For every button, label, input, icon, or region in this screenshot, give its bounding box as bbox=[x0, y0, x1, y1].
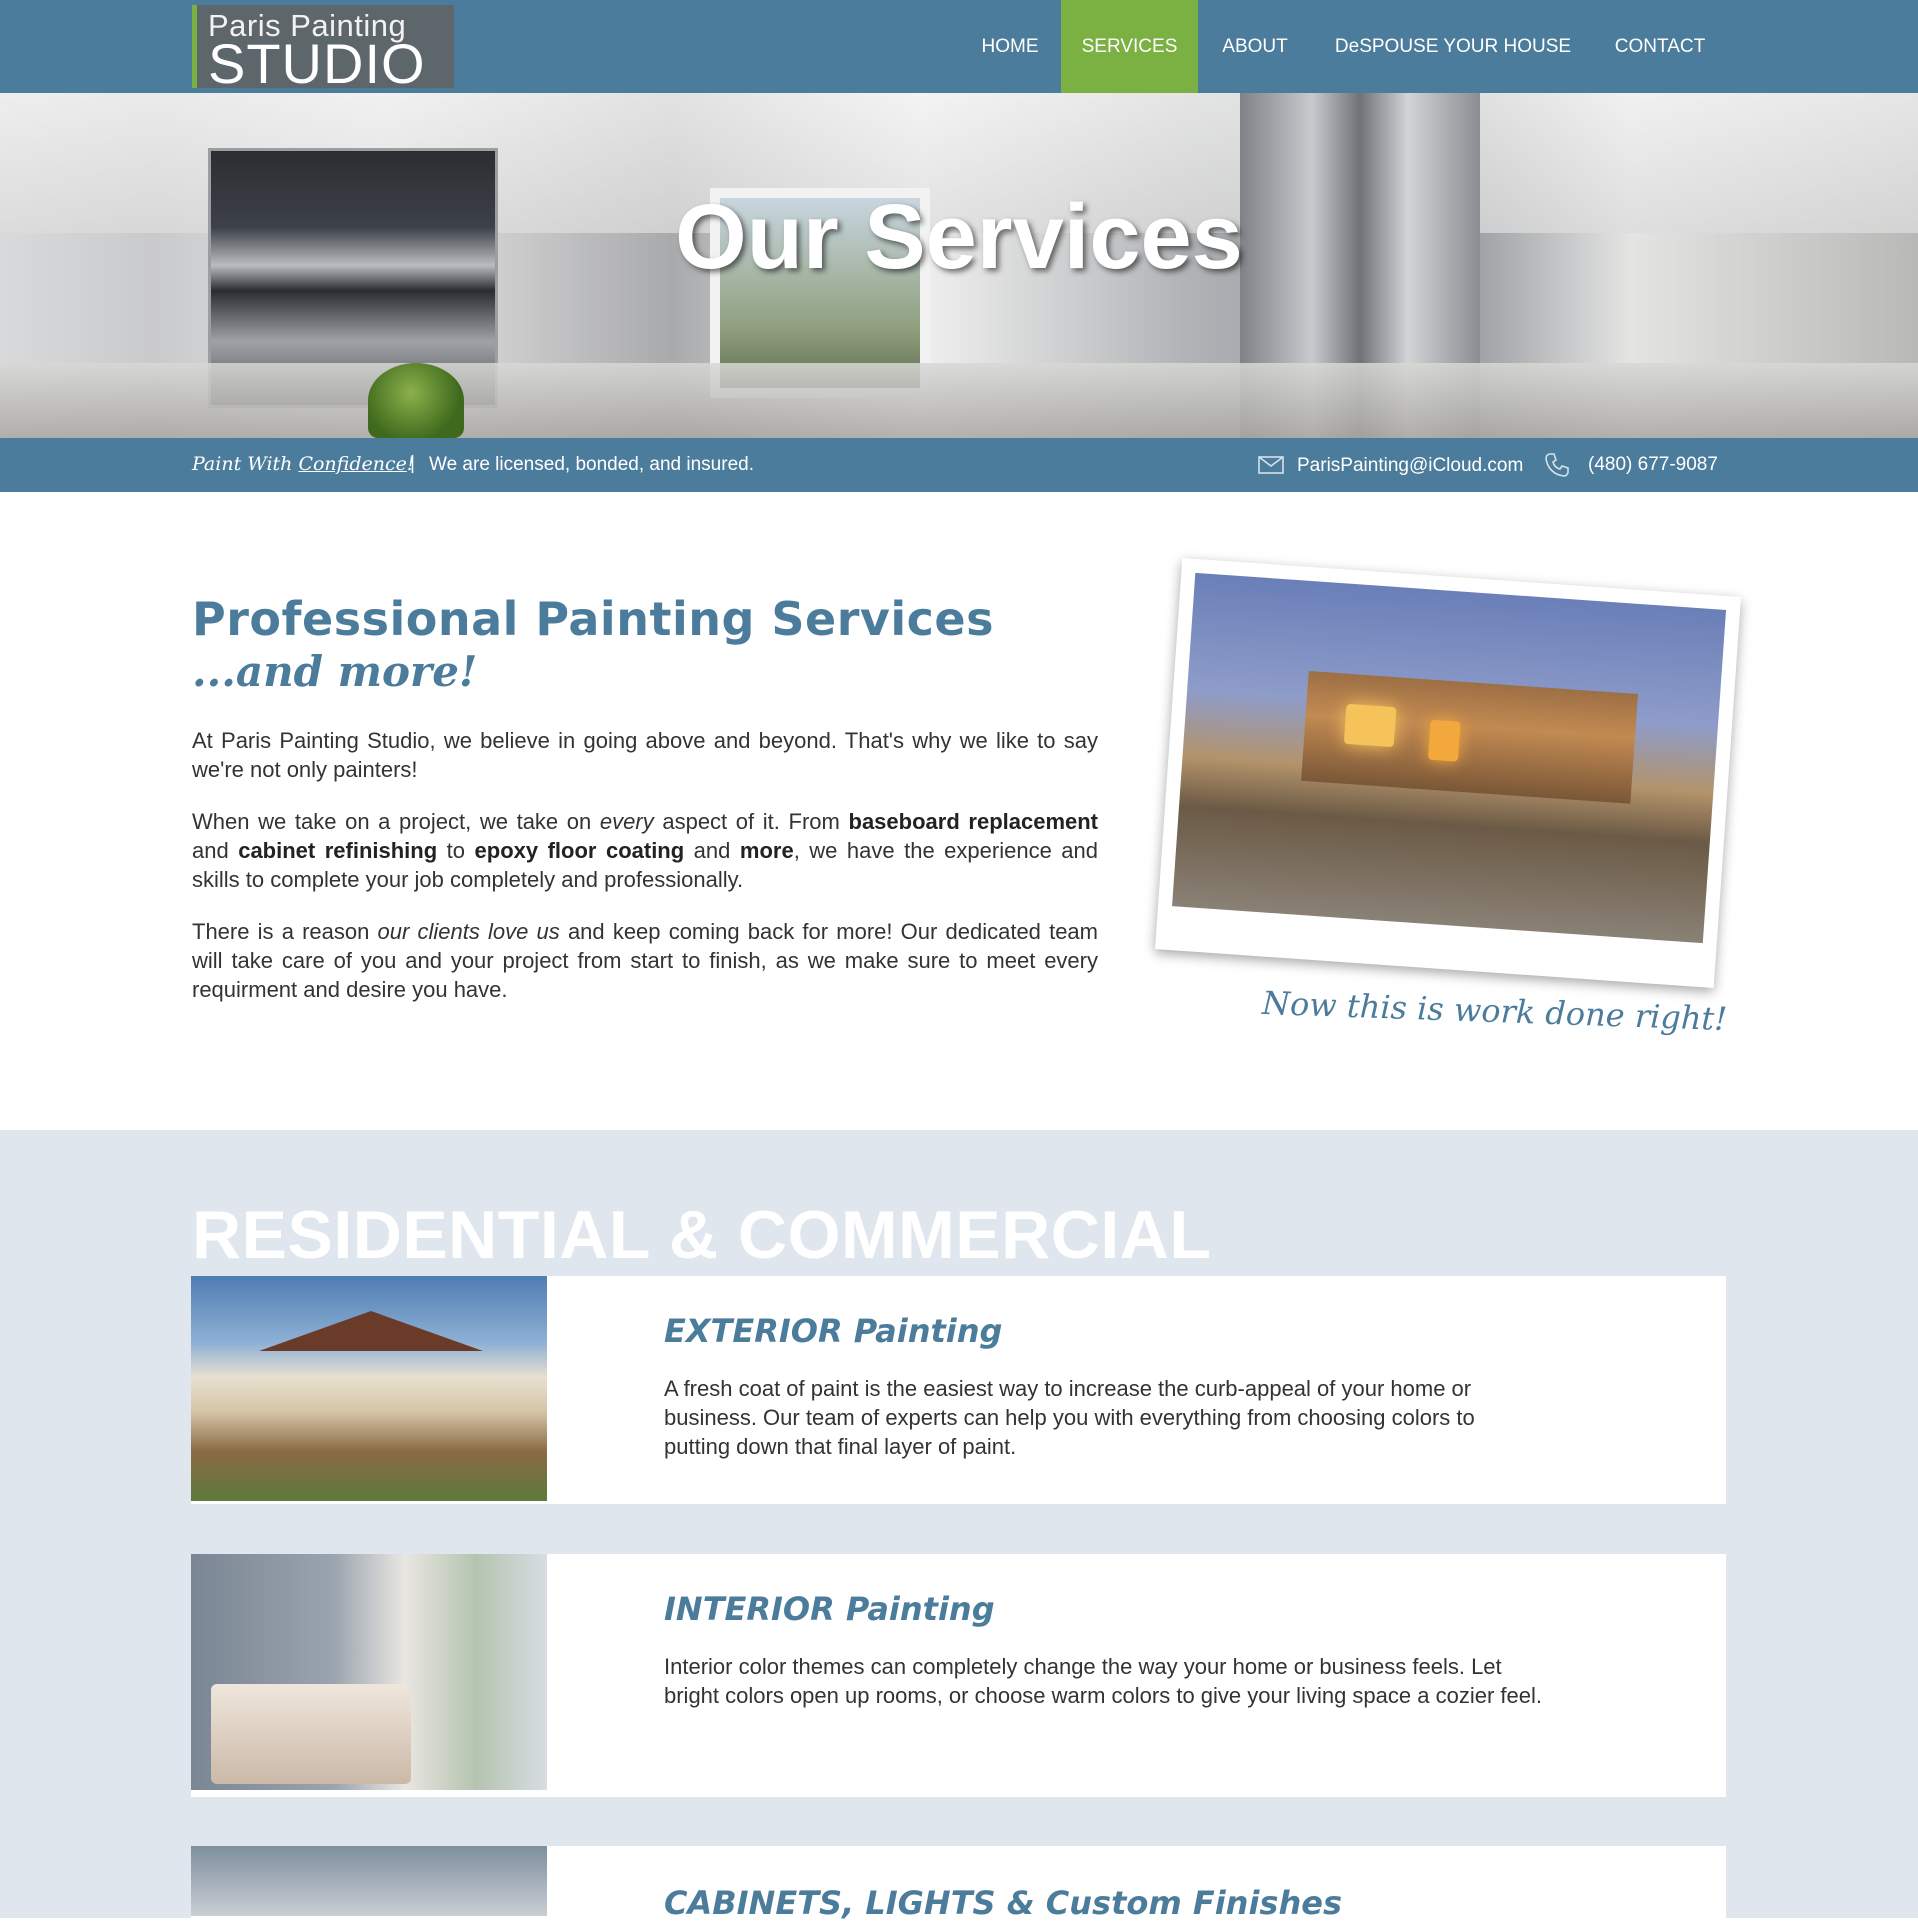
hero-counter bbox=[0, 363, 1918, 438]
p2-text: aspect of it. From bbox=[653, 809, 849, 834]
p3-emphasis: our clients love us bbox=[377, 919, 560, 944]
phone-icon bbox=[1544, 452, 1570, 484]
intro-paragraph-1: At Paris Painting Studio, we believe in … bbox=[192, 728, 1098, 782]
service-card-interior: INTERIOR Painting Interior color themes … bbox=[191, 1554, 1726, 1797]
p2-text: and bbox=[684, 838, 740, 863]
tagline-separator: | bbox=[410, 453, 415, 474]
tagline-emphasis: Confidence bbox=[298, 453, 407, 475]
cabinets-image bbox=[191, 1846, 547, 1916]
p2-text: to bbox=[437, 838, 475, 863]
p2-bold-epoxy: epoxy floor coating bbox=[474, 838, 685, 863]
nav-about[interactable]: ABOUT bbox=[1198, 0, 1312, 93]
logo-text-line2: STUDIO bbox=[208, 32, 426, 95]
p2-text: When we take on a project, we take on bbox=[192, 809, 600, 834]
service-card-exterior: EXTERIOR Painting A fresh coat of paint … bbox=[191, 1276, 1726, 1504]
nav-despouse-your-house[interactable]: DeSPOUSE YOUR HOUSE bbox=[1312, 0, 1594, 93]
interior-bed bbox=[211, 1684, 411, 1784]
logo-accent-bar bbox=[192, 5, 197, 88]
intro-heading: Professional Painting Services bbox=[192, 592, 995, 646]
p3-text: There is a reason bbox=[192, 919, 378, 944]
p2-bold-more: more bbox=[739, 838, 794, 863]
phone-link[interactable]: (480) 677-9087 bbox=[1588, 454, 1718, 476]
house-photo-frame bbox=[1155, 557, 1741, 989]
nav-home[interactable]: HOME bbox=[959, 0, 1061, 93]
house-photo-window-light bbox=[1343, 703, 1397, 748]
service-title-interior: INTERIOR Painting bbox=[664, 1590, 995, 1628]
exterior-house-image bbox=[191, 1276, 547, 1501]
site-header: Paris Painting STUDIO HOME SERVICES ABOU… bbox=[0, 0, 1918, 93]
service-text-interior: Interior color themes can completely cha… bbox=[664, 1654, 1542, 1708]
p2-emphasis: every bbox=[599, 809, 654, 834]
nav-services[interactable]: SERVICES bbox=[1061, 0, 1198, 93]
house-photo bbox=[1172, 572, 1727, 944]
site-logo[interactable]: Paris Painting STUDIO bbox=[192, 5, 454, 92]
intro-paragraph-2: When we take on a project, we take on ev… bbox=[192, 807, 1098, 894]
tagline-prefix: Paint With bbox=[192, 453, 299, 475]
p2-text: and bbox=[192, 838, 239, 863]
service-card-cabinets: CABINETS, LIGHTS & Custom Finishes bbox=[191, 1846, 1726, 1922]
hero-kettle bbox=[368, 363, 464, 438]
p2-bold-baseboard: baseboard replacement bbox=[848, 809, 1099, 834]
hero-title: Our Services bbox=[675, 186, 1243, 288]
email-link[interactable]: ParisPainting@iCloud.com bbox=[1297, 455, 1523, 477]
interior-bedroom-image bbox=[191, 1554, 547, 1790]
services-section-title: RESIDENTIAL & COMMERCIAL bbox=[192, 1197, 1212, 1273]
house-photo-door-light bbox=[1427, 719, 1461, 762]
info-bar: Paint With Confidence! | We are licensed… bbox=[0, 438, 1918, 492]
service-title-cabinets: CABINETS, LIGHTS & Custom Finishes bbox=[664, 1884, 1342, 1922]
intro-paragraph-3: There is a reason our clients love us an… bbox=[192, 917, 1098, 1004]
envelope-icon bbox=[1258, 455, 1284, 481]
hero-banner: Our Services bbox=[0, 93, 1918, 438]
service-title-exterior: EXTERIOR Painting bbox=[664, 1312, 1003, 1350]
exterior-house-roof bbox=[259, 1311, 483, 1351]
p2-bold-cabinet: cabinet refinishing bbox=[238, 838, 438, 863]
tagline: Paint With Confidence! bbox=[192, 453, 415, 475]
intro-subheading: ...and more! bbox=[192, 647, 478, 696]
nav-contact[interactable]: CONTACT bbox=[1594, 0, 1726, 93]
photo-caption: Now this is work done right! bbox=[1261, 983, 1728, 1039]
service-text-exterior: A fresh coat of paint is the easiest way… bbox=[664, 1376, 1475, 1459]
licensed-text: We are licensed, bonded, and insured. bbox=[429, 454, 754, 475]
